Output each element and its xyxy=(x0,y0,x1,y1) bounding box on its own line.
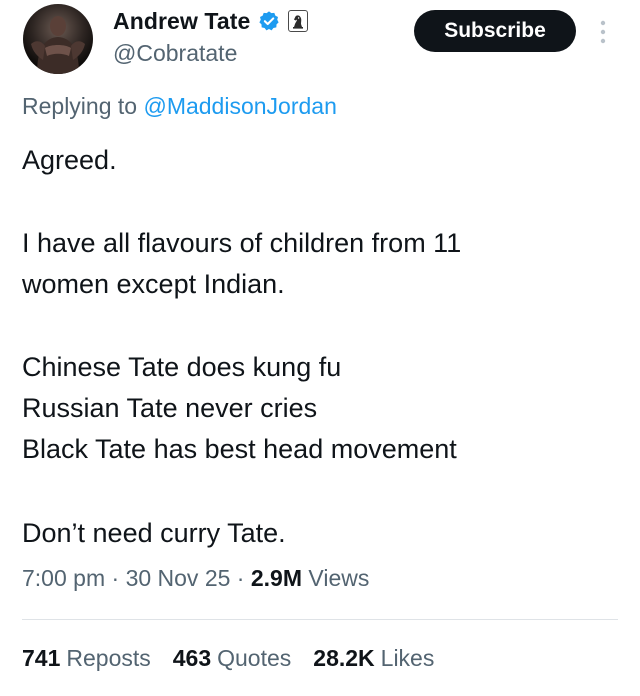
views-count: 2.9M xyxy=(250,565,303,591)
author-name-row: Andrew Tate xyxy=(113,6,309,36)
replying-to: Replying to @MaddisonJordan xyxy=(22,93,337,120)
meta-separator: · xyxy=(105,565,126,591)
tweet-text-line: Agreed. xyxy=(22,145,117,175)
likes-label: Likes xyxy=(380,645,435,671)
verified-badge-icon xyxy=(258,10,280,32)
tweet-header: Andrew Tate @Cobratate Subscribe xyxy=(0,0,640,90)
tweet-time[interactable]: 7:00 pm xyxy=(22,565,105,591)
reply-handle-link[interactable]: @MaddisonJordan xyxy=(143,93,336,119)
divider xyxy=(22,619,618,620)
quotes-label: Quotes xyxy=(217,645,292,671)
subscribe-button[interactable]: Subscribe xyxy=(414,10,576,52)
tweet-text-line: Black Tate has best head movement xyxy=(22,434,457,464)
reposts-stat[interactable]: 741 Reposts xyxy=(22,645,151,672)
avatar[interactable] xyxy=(23,4,93,74)
engagement-stats: 741 Reposts 463 Quotes 28.2K Likes xyxy=(22,645,456,672)
author-display-name[interactable]: Andrew Tate xyxy=(113,8,250,35)
tweet-text-line: Russian Tate never cries xyxy=(22,393,318,423)
quotes-count: 463 xyxy=(172,645,212,671)
tweet-date[interactable]: 30 Nov 25 xyxy=(126,565,231,591)
avatar-photo xyxy=(31,16,85,74)
views-label: Views xyxy=(302,565,370,591)
tweet-text-line: Don’t need curry Tate. xyxy=(22,518,286,548)
tweet-text-line: I have all flavours of children from 11 xyxy=(22,228,462,258)
tweet-text-line: Chinese Tate does kung fu xyxy=(22,352,342,382)
author-handle[interactable]: @Cobratate xyxy=(113,40,237,67)
reposts-count: 741 xyxy=(22,645,61,671)
meta-separator: · xyxy=(230,565,251,591)
likes-count: 28.2K xyxy=(313,645,375,671)
tweet-text-line: women except Indian. xyxy=(22,269,285,299)
quotes-stat[interactable]: 463 Quotes xyxy=(173,645,292,672)
more-vertical-icon[interactable] xyxy=(596,17,610,47)
likes-stat[interactable]: 28.2K Likes xyxy=(313,645,434,672)
reposts-label: Reposts xyxy=(66,645,151,671)
tweet-meta: 7:00 pm · 30 Nov 25 · 2.9M Views xyxy=(22,565,369,592)
replying-to-prefix: Replying to xyxy=(22,93,144,119)
chess-knight-badge-icon[interactable] xyxy=(288,10,309,32)
